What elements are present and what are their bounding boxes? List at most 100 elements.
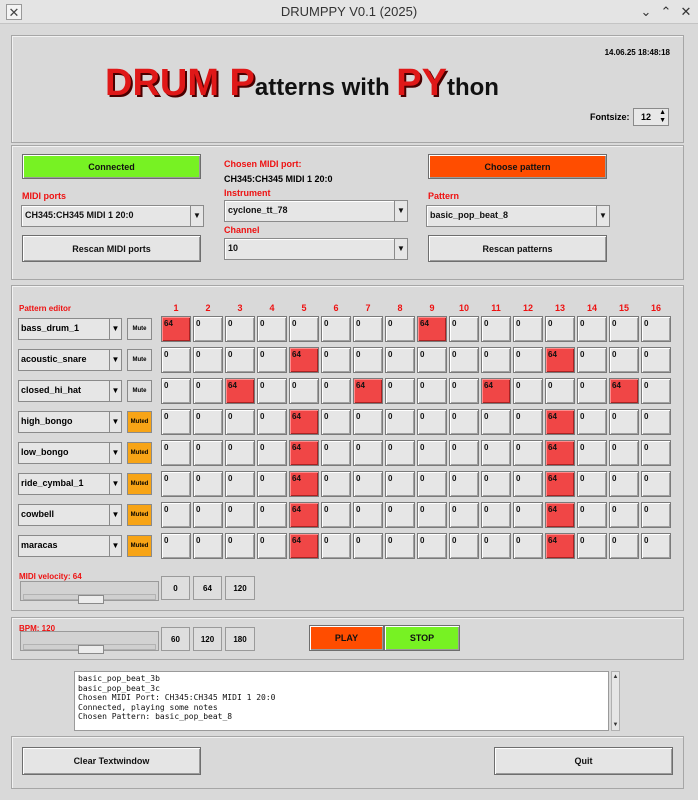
rescan-patterns-button[interactable]: Rescan patterns	[428, 235, 607, 262]
step-cell[interactable]: 0	[321, 378, 351, 404]
step-cell[interactable]: 0	[481, 347, 511, 373]
step-cell[interactable]: 0	[513, 502, 543, 528]
step-cell[interactable]: 0	[289, 316, 319, 342]
step-cell[interactable]: 0	[193, 440, 223, 466]
mute-button[interactable]: Muted	[127, 411, 152, 433]
step-cell[interactable]: 0	[321, 471, 351, 497]
velocity-preset-0[interactable]: 0	[161, 576, 190, 600]
step-cell[interactable]: 0	[257, 316, 287, 342]
step-cell[interactable]: 0	[417, 502, 447, 528]
step-cell[interactable]: 64	[289, 347, 319, 373]
step-cell[interactable]: 64	[545, 471, 575, 497]
step-cell[interactable]: 64	[609, 378, 639, 404]
bpm-preset-120[interactable]: 120	[193, 627, 222, 651]
step-cell[interactable]: 0	[513, 471, 543, 497]
step-cell[interactable]: 0	[161, 347, 191, 373]
step-cell[interactable]: 0	[641, 502, 671, 528]
step-cell[interactable]: 0	[609, 533, 639, 559]
step-cell[interactable]: 0	[385, 440, 415, 466]
step-cell[interactable]: 0	[577, 378, 607, 404]
mute-button[interactable]: Muted	[127, 504, 152, 526]
step-cell[interactable]: 0	[609, 502, 639, 528]
step-cell[interactable]: 0	[481, 440, 511, 466]
log-textbox[interactable]: basic_pop_beat_3b basic_pop_beat_3c Chosen…	[74, 671, 609, 731]
step-cell[interactable]: 0	[321, 502, 351, 528]
clear-textwindow-button[interactable]: Clear Textwindow	[22, 747, 201, 775]
step-cell[interactable]: 64	[289, 471, 319, 497]
step-cell[interactable]: 0	[481, 409, 511, 435]
step-cell[interactable]: 0	[641, 378, 671, 404]
minimize-icon[interactable]: ⌄	[637, 3, 655, 21]
step-cell[interactable]: 0	[577, 502, 607, 528]
step-cell[interactable]: 0	[577, 440, 607, 466]
step-cell[interactable]: 0	[161, 471, 191, 497]
step-cell[interactable]: 0	[225, 316, 255, 342]
step-cell[interactable]: 0	[641, 471, 671, 497]
scroll-down-icon[interactable]: ▼	[612, 721, 619, 729]
step-cell[interactable]: 0	[385, 471, 415, 497]
instrument-row-dropdown[interactable]: bass_drum_1 ▼	[18, 318, 122, 340]
bpm-slider-knob[interactable]	[78, 645, 104, 654]
step-cell[interactable]: 0	[225, 409, 255, 435]
step-cell[interactable]: 0	[609, 316, 639, 342]
instrument-row-dropdown[interactable]: ride_cymbal_1 ▼	[18, 473, 122, 495]
step-cell[interactable]: 0	[193, 378, 223, 404]
step-cell[interactable]: 0	[545, 316, 575, 342]
step-cell[interactable]: 0	[225, 440, 255, 466]
step-cell[interactable]: 0	[513, 409, 543, 435]
step-cell[interactable]: 0	[321, 409, 351, 435]
step-cell[interactable]: 0	[321, 533, 351, 559]
step-cell[interactable]: 0	[353, 440, 383, 466]
step-cell[interactable]: 0	[513, 533, 543, 559]
mute-button[interactable]: Muted	[127, 442, 152, 464]
mute-button[interactable]: Muted	[127, 535, 152, 557]
bpm-preset-60[interactable]: 60	[161, 627, 190, 651]
stop-button[interactable]: STOP	[384, 625, 460, 651]
velocity-slider[interactable]	[20, 581, 159, 604]
step-cell[interactable]: 0	[513, 316, 543, 342]
instrument-row-dropdown[interactable]: acoustic_snare ▼	[18, 349, 122, 371]
step-cell[interactable]: 64	[545, 502, 575, 528]
step-cell[interactable]: 0	[161, 533, 191, 559]
step-cell[interactable]: 0	[513, 440, 543, 466]
step-cell[interactable]: 0	[641, 347, 671, 373]
log-scrollbar[interactable]: ▲ ▼	[611, 671, 620, 731]
spin-down-icon[interactable]: ▼	[659, 117, 666, 125]
instrument-row-dropdown[interactable]: high_bongo ▼	[18, 411, 122, 433]
step-cell[interactable]: 0	[257, 533, 287, 559]
step-cell[interactable]: 0	[257, 409, 287, 435]
play-button[interactable]: PLAY	[309, 625, 384, 651]
step-cell[interactable]: 0	[385, 316, 415, 342]
step-cell[interactable]: 0	[257, 502, 287, 528]
rescan-midi-button[interactable]: Rescan MIDI ports	[22, 235, 201, 262]
mute-button[interactable]: Muted	[127, 473, 152, 495]
step-cell[interactable]: 0	[289, 378, 319, 404]
step-cell[interactable]: 0	[641, 409, 671, 435]
step-cell[interactable]: 0	[449, 502, 479, 528]
midi-ports-dropdown[interactable]: CH345:CH345 MIDI 1 20:0 ▼	[21, 205, 204, 227]
step-cell[interactable]: 0	[321, 347, 351, 373]
step-cell[interactable]: 0	[193, 502, 223, 528]
step-cell[interactable]: 0	[161, 440, 191, 466]
step-cell[interactable]: 0	[193, 533, 223, 559]
step-cell[interactable]: 0	[385, 409, 415, 435]
instrument-row-dropdown[interactable]: maracas ▼	[18, 535, 122, 557]
step-cell[interactable]: 0	[353, 347, 383, 373]
step-cell[interactable]: 64	[161, 316, 191, 342]
step-cell[interactable]: 0	[353, 533, 383, 559]
step-cell[interactable]: 0	[257, 378, 287, 404]
mute-button[interactable]: Mute	[127, 349, 152, 371]
step-cell[interactable]: 0	[609, 347, 639, 373]
step-cell[interactable]: 64	[289, 409, 319, 435]
mute-button[interactable]: Mute	[127, 380, 152, 402]
step-cell[interactable]: 0	[481, 502, 511, 528]
instrument-row-dropdown[interactable]: closed_hi_hat ▼	[18, 380, 122, 402]
step-cell[interactable]: 0	[449, 533, 479, 559]
step-cell[interactable]: 0	[577, 409, 607, 435]
instrument-dropdown[interactable]: cyclone_tt_78 ▼	[224, 200, 408, 222]
step-cell[interactable]: 0	[385, 502, 415, 528]
step-cell[interactable]: 0	[385, 378, 415, 404]
step-cell[interactable]: 0	[385, 347, 415, 373]
step-cell[interactable]: 0	[417, 409, 447, 435]
step-cell[interactable]: 0	[385, 533, 415, 559]
